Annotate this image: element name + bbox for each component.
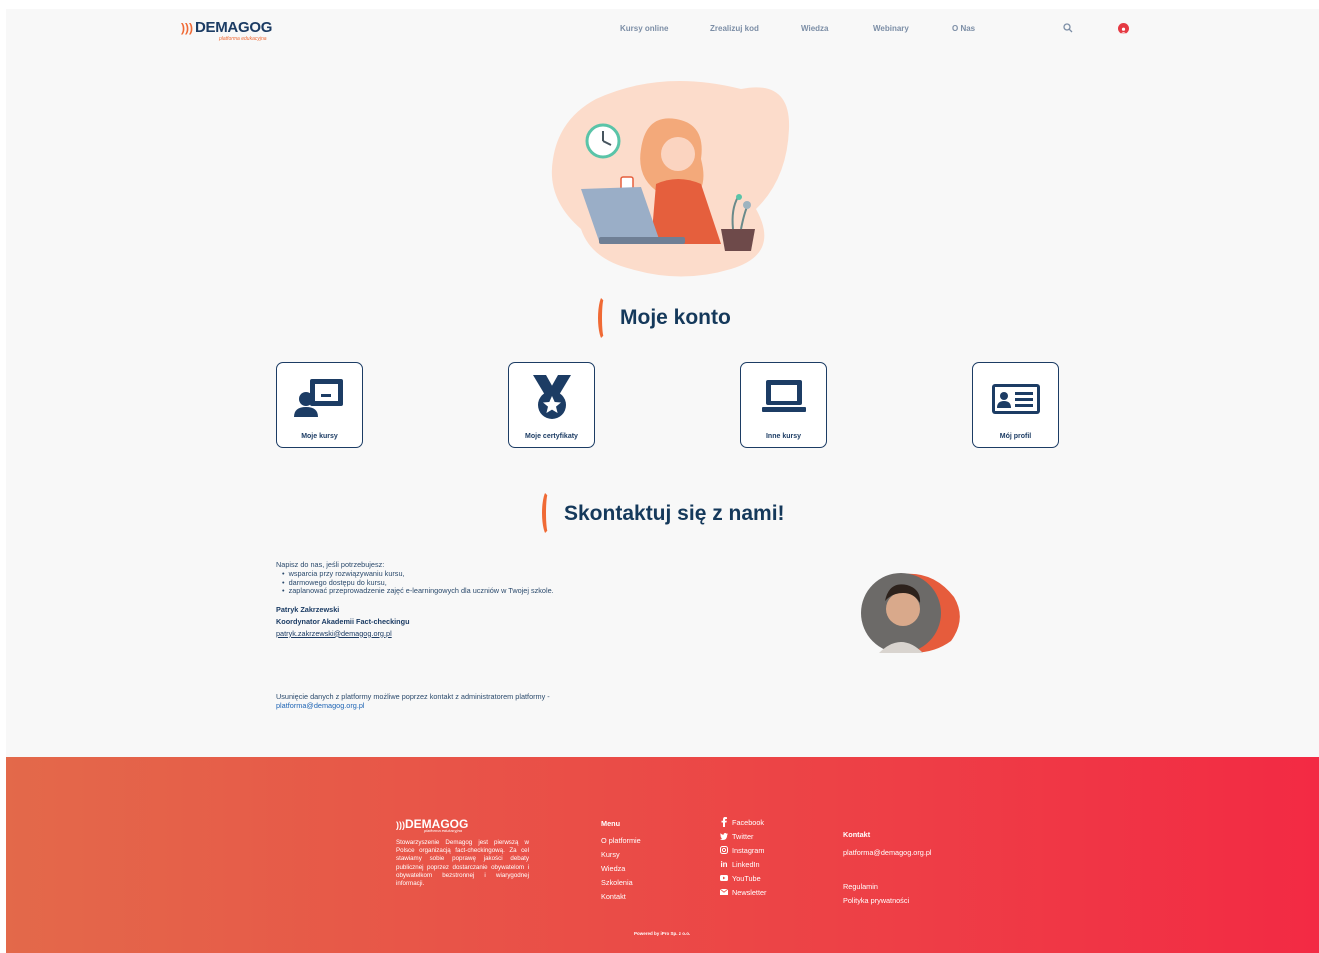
- social-twitter[interactable]: Twitter: [717, 829, 766, 843]
- instagram-icon: [717, 846, 731, 854]
- youtube-icon: [717, 875, 731, 881]
- contact-title: Skontaktuj się z nami!: [564, 502, 785, 525]
- user-account-icon[interactable]: [1118, 23, 1129, 34]
- nav-kursy-online[interactable]: Kursy online: [620, 24, 668, 33]
- nav-wiedza[interactable]: Wiedza: [801, 24, 829, 33]
- footer-link-contact[interactable]: Kontakt: [601, 890, 641, 904]
- card-other-courses[interactable]: Inne kursy: [740, 362, 827, 448]
- person-role: Koordynator Akademii Fact-checkingu: [276, 616, 410, 626]
- twitter-icon: [717, 832, 731, 840]
- social-newsletter[interactable]: Newsletter: [717, 885, 766, 899]
- footer-link-courses[interactable]: Kursy: [601, 848, 641, 862]
- social-label: Instagram: [732, 845, 765, 855]
- powered-by: Powered by iPro Sp. z o.o.: [634, 931, 691, 936]
- search-icon[interactable]: [1063, 23, 1073, 33]
- social-facebook[interactable]: Facebook: [717, 815, 766, 829]
- card-my-profile[interactable]: Mój profil: [972, 362, 1059, 448]
- title-accent-bracket: [598, 295, 610, 341]
- medal-icon: [532, 375, 571, 419]
- logo-tagline: platforma edukacyjna: [219, 36, 267, 42]
- card-my-courses[interactable]: Moje kursy: [276, 362, 363, 448]
- social-label: Facebook: [732, 817, 765, 827]
- laptop-icon: [761, 380, 806, 412]
- data-removal-note: Usunięcie danych z platformy możliwe pop…: [276, 692, 550, 710]
- contact-needs-list: wsparcia przy rozwiązywaniu kursu, darmo…: [276, 569, 554, 596]
- my-account-title: Moje konto: [620, 306, 731, 329]
- social-linkedin[interactable]: in LinkedIn: [717, 857, 766, 871]
- footer-about-text: Stowarzyszenie Demagog jest pierwszą w P…: [396, 839, 529, 887]
- footer-social: Facebook Twitter Instagram in LinkedIn Y…: [717, 815, 766, 899]
- sound-waves-icon: ))): [396, 820, 405, 830]
- card-label: Moje kursy: [301, 433, 338, 440]
- footer-link-terms[interactable]: Regulamin: [843, 882, 878, 891]
- social-youtube[interactable]: YouTube: [717, 871, 766, 885]
- footer-contact-email[interactable]: platforma@demagog.org.pl: [843, 848, 932, 857]
- social-label: YouTube: [732, 873, 761, 883]
- hero-illustration: [551, 81, 790, 277]
- contact-person-photo: [861, 573, 960, 653]
- social-label: LinkedIn: [732, 859, 760, 869]
- nav-o-nas[interactable]: O Nas: [952, 24, 975, 33]
- footer-link-privacy[interactable]: Polityka prywatności: [843, 896, 909, 905]
- footer-menu-title: Menu: [601, 819, 621, 828]
- logo-text: DEMAGOG: [195, 19, 273, 36]
- demagog-logo[interactable]: ))) DEMAGOG platforma edukacyjna: [181, 19, 273, 42]
- footer-menu: O platformie Kursy Wiedza Szkolenia Kont…: [601, 834, 641, 904]
- social-label: Newsletter: [732, 887, 767, 897]
- facebook-icon: [717, 817, 731, 827]
- page: ))) DEMAGOG platforma edukacyjna Kursy on…: [6, 9, 1319, 953]
- online-class-icon: [293, 379, 343, 417]
- id-card-icon: [991, 384, 1040, 414]
- footer-logo[interactable]: )))DEMAGOG platforma edukacyjna: [396, 815, 468, 833]
- footer-link-trainings[interactable]: Szkolenia: [601, 876, 641, 890]
- footer-link-about[interactable]: O platformie: [601, 834, 641, 848]
- contact-info: Napisz do nas, jeśli potrzebujesz: wspar…: [276, 560, 554, 638]
- nav-webinary[interactable]: Webinary: [873, 24, 909, 33]
- person-name: Patryk Zakrzewski: [276, 605, 340, 614]
- linkedin-icon: in: [720, 859, 728, 869]
- removal-text: Usunięcie danych z platformy możliwe pop…: [276, 692, 550, 701]
- card-label: Moje certyfikaty: [525, 433, 578, 440]
- envelope-icon: [717, 889, 731, 895]
- footer-contact-title: Kontakt: [843, 830, 871, 839]
- nav-zrealizuj-kod[interactable]: Zrealizuj kod: [710, 24, 759, 33]
- footer-logo-tagline: platforma edukacyjna: [424, 828, 463, 833]
- list-item: zaplanować przeprowadzenie zajęć e-learn…: [282, 586, 554, 596]
- social-label: Twitter: [732, 831, 754, 841]
- card-my-certificates[interactable]: Moje certyfikaty: [508, 362, 595, 448]
- card-label: Inne kursy: [765, 433, 801, 440]
- removal-email-link[interactable]: platforma@demagog.org.pl: [276, 701, 550, 710]
- footer-link-knowledge[interactable]: Wiedza: [601, 862, 641, 876]
- footer: )))DEMAGOG platforma edukacyjna Stowarzy…: [6, 757, 1319, 953]
- sound-waves-icon: ))): [181, 21, 193, 35]
- person-email-link[interactable]: patryk.zakrzewski@demagog.org.pl: [276, 629, 392, 638]
- title-accent-bracket: [542, 490, 554, 536]
- card-label: Mój profil: [999, 433, 1032, 440]
- social-instagram[interactable]: Instagram: [717, 843, 766, 857]
